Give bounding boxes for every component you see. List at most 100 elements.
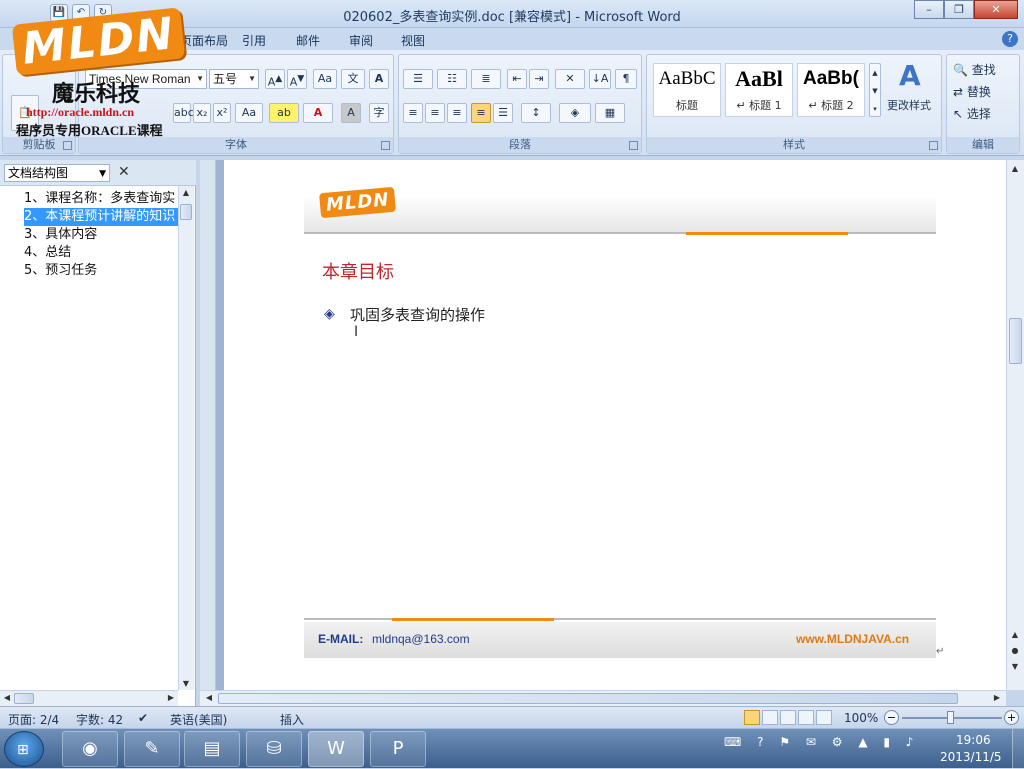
scroll-right-icon[interactable]: ▶ [992, 693, 1002, 702]
zoom-slider-thumb[interactable] [947, 711, 954, 724]
help-icon[interactable]: ? [1002, 31, 1018, 47]
style-title[interactable]: AaBbC 标题 [653, 63, 721, 117]
scroll-thumb[interactable] [14, 693, 34, 704]
char-border-icon[interactable]: A [369, 69, 389, 89]
word-icon[interactable]: W [308, 731, 364, 767]
replace-button[interactable]: ⇄ 替换 [953, 83, 991, 100]
draft-view-icon[interactable] [816, 710, 832, 725]
close-icon[interactable]: ✕ [118, 164, 130, 180]
styles-scroll[interactable]: ▲ ▼ ▾ [869, 63, 881, 117]
nav-item[interactable]: 3、具体内容 [0, 226, 178, 244]
scroll-thumb[interactable] [218, 693, 958, 704]
zoom-in-icon[interactable]: + [1004, 710, 1019, 725]
shrink-font-icon[interactable]: A▼ [287, 69, 307, 89]
highlight-icon[interactable]: ab [269, 103, 299, 123]
word-count[interactable]: 字数: 42 [76, 711, 123, 728]
decrease-indent-icon[interactable]: ⇤ [507, 69, 527, 89]
nav-item[interactable]: 5、预习任务 [0, 262, 178, 280]
shading-icon[interactable]: ◈ [559, 103, 591, 123]
align-right-icon[interactable]: ≡ [447, 103, 467, 123]
style-heading-2[interactable]: AaBb( ↵ 标题 2 [797, 63, 865, 117]
document-vertical-scrollbar[interactable]: ▲ ▲ ● ▼ [1006, 160, 1024, 690]
superscript-icon[interactable]: x² [213, 103, 231, 123]
minimize-button[interactable]: – [914, 0, 944, 19]
previous-page-icon[interactable]: ▲ [1007, 630, 1023, 639]
bullets-icon[interactable]: ☰ [403, 69, 433, 89]
change-case-icon[interactable]: Aa [235, 103, 263, 123]
scroll-right-icon[interactable]: ▶ [166, 693, 176, 702]
select-button[interactable]: ↖ 选择 [953, 105, 991, 122]
nav-vertical-scrollbar[interactable]: ▲ ▼ [178, 186, 194, 690]
scroll-up-icon[interactable]: ▲ [179, 188, 193, 197]
proofing-icon[interactable]: ✔ [138, 711, 148, 725]
borders-icon[interactable]: ▦ [595, 103, 625, 123]
text-direction-icon[interactable]: ✕ [555, 69, 585, 89]
document-page[interactable]: MLDN 本章目标 ◈ 巩固多表查询的操作 I E-MAIL: mldnqa@1… [224, 160, 1006, 690]
next-page-icon[interactable]: ▼ [1007, 662, 1023, 671]
zoom-level[interactable]: 100% [844, 711, 878, 725]
font-color-icon[interactable]: A [303, 103, 333, 123]
insert-mode[interactable]: 插入 [280, 711, 304, 728]
nav-horizontal-scrollbar[interactable]: ◀ ▶ [0, 690, 178, 706]
system-tray[interactable]: ⌨ ? ⚑ ✉ ⚙ ▲ ▮ ♪ [724, 735, 919, 749]
close-button[interactable]: ✕ [974, 0, 1018, 19]
sort-icon[interactable]: ↓A [589, 69, 611, 89]
nav-item[interactable]: 1、课程名称：多表查询实 [0, 190, 178, 208]
increase-indent-icon[interactable]: ⇥ [529, 69, 549, 89]
restore-button[interactable]: ❐ [944, 0, 974, 19]
justify-icon[interactable]: ≡ [471, 103, 491, 123]
grow-font-icon[interactable]: A▲ [265, 69, 285, 89]
print-layout-view-icon[interactable] [744, 710, 760, 725]
explorer-icon[interactable]: ▤ [184, 731, 240, 767]
clear-format-icon[interactable]: Aa [313, 69, 337, 89]
language-indicator[interactable]: 英语(美国) [170, 711, 227, 728]
tab-mailings[interactable]: 邮件 [296, 32, 320, 49]
scroll-left-icon[interactable]: ◀ [204, 693, 214, 702]
change-styles-icon[interactable]: A [899, 59, 921, 92]
page-indicator[interactable]: 页面: 2/4 [8, 711, 59, 728]
nav-item-selected[interactable]: 2、本课程预计讲解的知识 [24, 208, 178, 226]
browse-object-icon[interactable]: ● [1007, 646, 1023, 655]
scroll-down-icon[interactable]: ▼ [179, 679, 193, 688]
multilevel-list-icon[interactable]: ≣ [471, 69, 501, 89]
subscript-icon[interactable]: x₂ [193, 103, 211, 123]
database-icon[interactable]: ⛁ [246, 731, 302, 767]
show-marks-icon[interactable]: ¶ [615, 69, 637, 89]
tab-view[interactable]: 视图 [401, 32, 425, 49]
outline-view-icon[interactable] [798, 710, 814, 725]
scroll-thumb[interactable] [180, 204, 192, 220]
zoom-out-icon[interactable]: − [884, 710, 899, 725]
numbering-icon[interactable]: ☷ [437, 69, 467, 89]
clock-time[interactable]: 19:06 [956, 733, 991, 747]
scroll-left-icon[interactable]: ◀ [2, 693, 12, 702]
show-desktop-button[interactable] [1012, 729, 1024, 769]
document-horizontal-scrollbar[interactable]: ◀ ▶ [200, 690, 1006, 706]
tab-references[interactable]: 引用 [242, 32, 266, 49]
styles-dialog-launcher[interactable] [929, 141, 938, 150]
find-button[interactable]: 🔍 查找 [953, 61, 996, 78]
presentation-icon[interactable]: P [370, 731, 426, 767]
char-shading-icon[interactable]: A [341, 103, 361, 123]
scroll-up-icon[interactable]: ▲ [1007, 164, 1023, 173]
style-heading-1[interactable]: AaBl ↵ 标题 1 [725, 63, 793, 117]
chrome-icon[interactable]: ◉ [62, 731, 118, 767]
align-left-icon[interactable]: ≡ [403, 103, 423, 123]
clipboard-dialog-launcher[interactable] [63, 141, 72, 150]
full-screen-reading-icon[interactable] [762, 710, 778, 725]
notepad-icon[interactable]: ✎ [124, 731, 180, 767]
font-dialog-launcher[interactable] [381, 141, 390, 150]
line-spacing-icon[interactable]: ↕ [521, 103, 551, 123]
tab-review[interactable]: 审阅 [349, 32, 373, 49]
scroll-thumb[interactable] [1009, 318, 1022, 364]
clock-date[interactable]: 2013/11/5 [940, 750, 1002, 764]
nav-item[interactable]: 4、总结 [0, 244, 178, 262]
align-center-icon[interactable]: ≡ [425, 103, 445, 123]
change-styles-button[interactable]: 更改样式 [887, 97, 931, 113]
nav-view-select[interactable]: 文档结构图 ▼ [4, 164, 110, 182]
font-size-combo[interactable]: 五号 ▼ [209, 69, 259, 89]
distributed-icon[interactable]: ☰ [493, 103, 513, 123]
web-layout-icon[interactable] [780, 710, 796, 725]
phonetic-guide-icon[interactable]: 文 [341, 69, 365, 89]
start-button[interactable]: ⊞ [4, 731, 44, 767]
paragraph-dialog-launcher[interactable] [629, 141, 638, 150]
